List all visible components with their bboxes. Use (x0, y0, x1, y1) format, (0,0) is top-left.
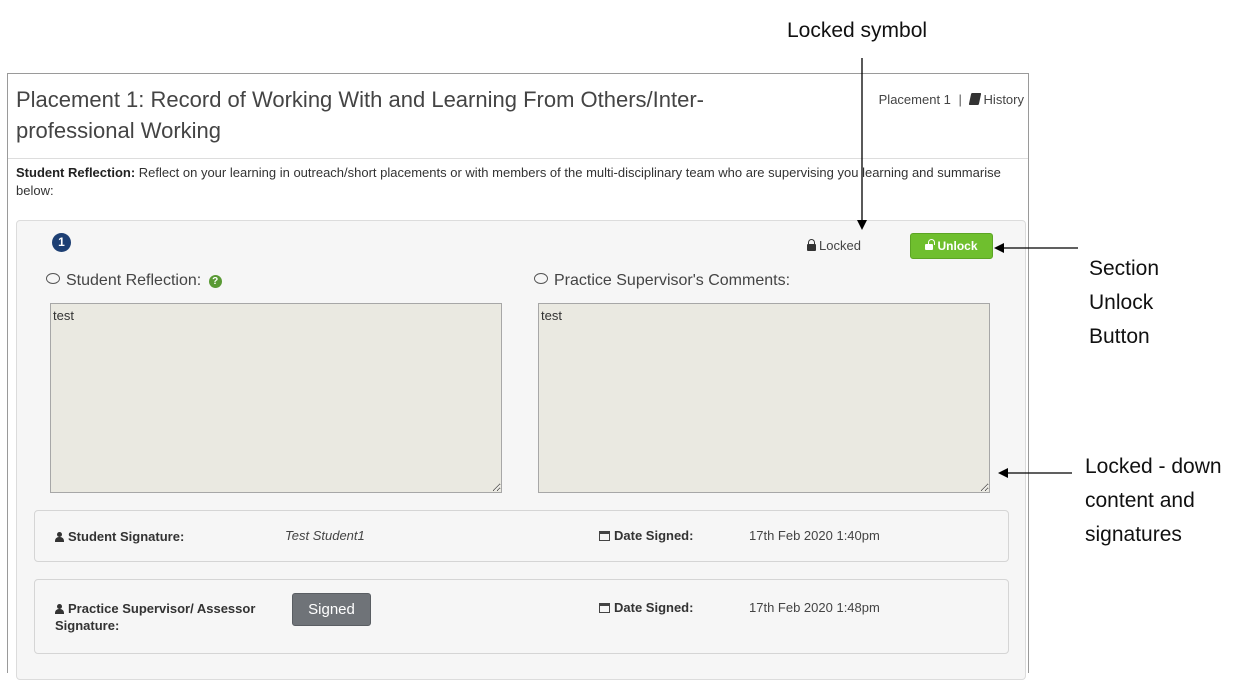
supervisor-comments-label-text: Practice Supervisor's Comments: (554, 272, 791, 289)
supervisor-date-value: 17th Feb 2020 1:48pm (749, 600, 880, 615)
student-date-label-text: Date Signed: (614, 528, 694, 543)
intro-body: Reflect on your learning in outreach/sho… (16, 165, 1001, 198)
reflection-section: 1 Locked Unlock Student Reflection: ? Pr… (16, 220, 1026, 680)
section-number-badge: 1 (52, 233, 71, 252)
supervisor-comments-textarea[interactable]: test (538, 303, 990, 493)
breadcrumb-placement[interactable]: Placement 1 (879, 92, 951, 107)
unlock-button-label: Unlock (937, 239, 978, 253)
intro-text: Student Reflection: Reflect on your lear… (16, 164, 1026, 200)
comment-icon (534, 273, 548, 284)
supervisor-date-label: Date Signed: (599, 600, 693, 615)
student-signature-label: Student Signature: (55, 528, 184, 545)
lock-icon (807, 239, 816, 251)
history-link[interactable]: History (968, 92, 1024, 107)
supervisor-comments-label: Practice Supervisor's Comments: (534, 272, 790, 290)
unlock-icon (925, 239, 936, 250)
placement-panel: Placement 1: Record of Working With and … (7, 73, 1029, 680)
student-reflection-textarea[interactable]: test (50, 303, 502, 493)
comment-icon (46, 273, 60, 284)
book-icon (968, 93, 981, 105)
supervisor-signature-label: Practice Supervisor/ Assessor Signature: (55, 600, 265, 634)
supervisor-signature-label-text: Practice Supervisor/ Assessor Signature: (55, 601, 256, 633)
student-signature-row: Student Signature: Test Student1 Date Si… (34, 510, 1009, 562)
lock-status-label: Locked (819, 238, 861, 253)
student-date-value: 17th Feb 2020 1:40pm (749, 528, 880, 543)
lock-status: Locked (807, 238, 861, 253)
student-reflection-label: Student Reflection: ? (46, 272, 222, 290)
breadcrumb-separator: | (958, 92, 962, 107)
panel-header: Placement 1: Record of Working With and … (8, 74, 1028, 159)
supervisor-date-label-text: Date Signed: (614, 600, 694, 615)
intro-label: Student Reflection: (16, 165, 136, 180)
calendar-icon (599, 603, 610, 613)
supervisor-signature-row: Practice Supervisor/ Assessor Signature:… (34, 579, 1009, 654)
student-reflection-label-text: Student Reflection: (66, 272, 202, 289)
student-signature-name: Test Student1 (285, 528, 365, 543)
user-icon (55, 532, 64, 542)
help-icon[interactable]: ? (208, 275, 222, 288)
signed-button[interactable]: Signed (292, 593, 371, 626)
unlock-button[interactable]: Unlock (910, 233, 993, 259)
user-icon (55, 604, 64, 614)
page-title: Placement 1: Record of Working With and … (16, 87, 704, 143)
student-signature-label-text: Student Signature: (68, 529, 185, 544)
student-date-label: Date Signed: (599, 528, 693, 543)
annotation-unlock-button: Section Unlock Button (1089, 257, 1160, 348)
history-label: History (983, 92, 1024, 107)
annotation-locked-symbol: Locked symbol (787, 19, 928, 42)
annotation-locked-content: Locked - down content and signatures (1085, 455, 1222, 546)
calendar-icon (599, 531, 610, 541)
header-links: Placement 1 | History (879, 92, 1024, 107)
